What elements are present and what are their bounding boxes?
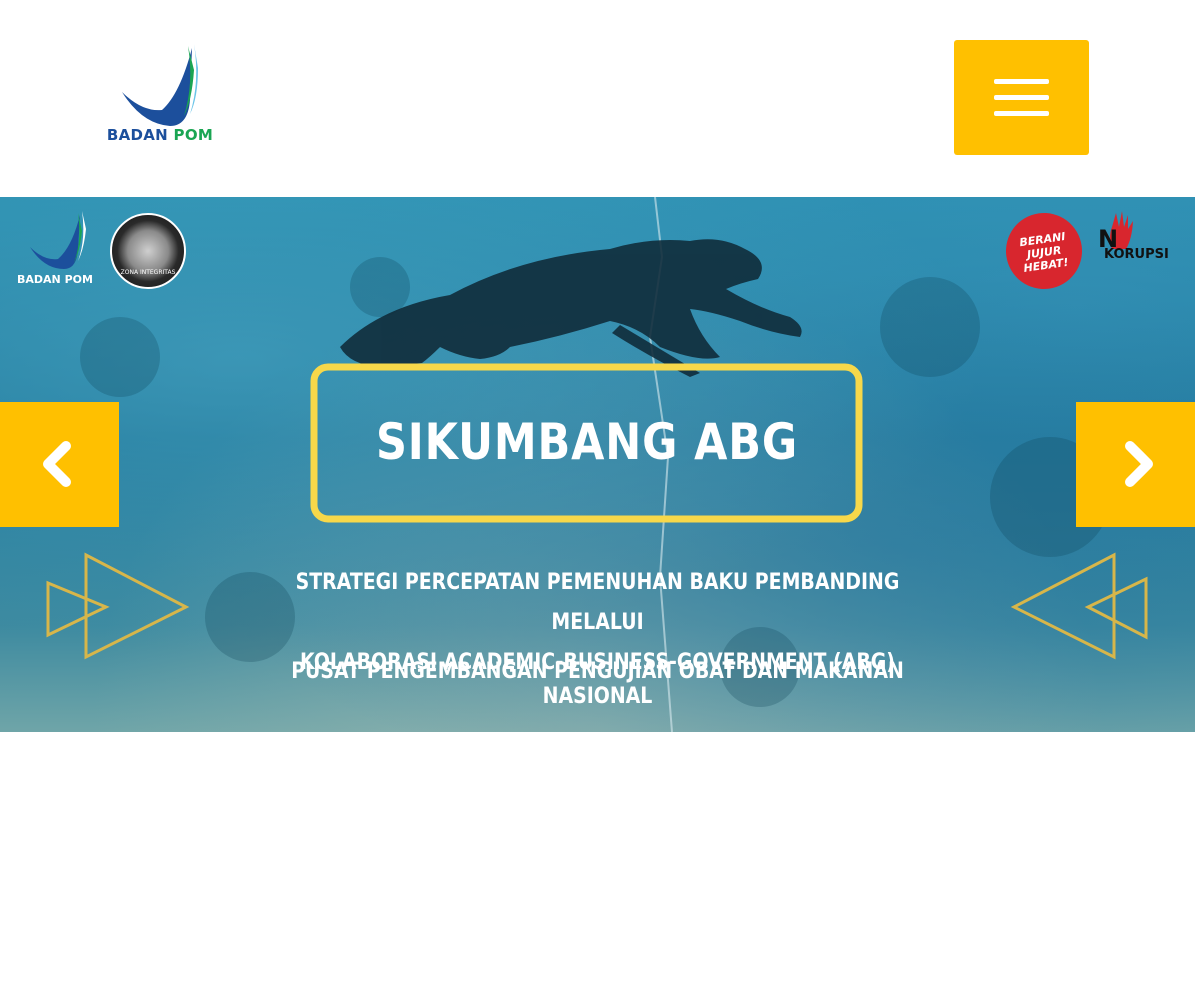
hamburger-menu-icon bbox=[994, 79, 1049, 84]
badan-pom-logo-icon bbox=[122, 44, 198, 126]
slide-logo-word-badan: BADAN bbox=[17, 273, 61, 286]
hamburger-menu-icon-bar-3 bbox=[994, 111, 1049, 116]
logo-word-pom: POM bbox=[173, 126, 214, 144]
slide-organization: PUSAT PENGEMBANGAN PENGUJIAN OBAT DAN MA… bbox=[291, 659, 904, 709]
slider-next-button[interactable] bbox=[1076, 402, 1195, 527]
right-triangle-decoration bbox=[1010, 552, 1148, 660]
no-korupsi-text: KORUPSI bbox=[1104, 247, 1169, 262]
left-triangle-decoration bbox=[46, 552, 190, 660]
no-korupsi-logo: N KORUPSI bbox=[1098, 211, 1178, 267]
tiger-silhouette bbox=[340, 239, 802, 377]
slide-title: SIKUMBANG ABG bbox=[375, 413, 799, 471]
slide-subtitle-line-1: STRATEGI PERCEPATAN PEMENUHAN BAKU PEMBA… bbox=[295, 570, 900, 635]
badan-pom-small-logo-icon bbox=[30, 211, 86, 269]
slider-prev-button[interactable] bbox=[0, 402, 119, 527]
slide-logo-wordmark: BADAN POM bbox=[14, 273, 96, 286]
logo-wordmark: BADAN POM bbox=[100, 126, 220, 144]
chevron-left-icon bbox=[43, 441, 71, 487]
zona-integritas-seal: ZONA INTEGRITAS bbox=[110, 213, 186, 289]
logo-word-badan: BADAN bbox=[106, 126, 169, 144]
chevron-right-icon bbox=[1125, 441, 1153, 487]
hamburger-menu-icon-bar-2 bbox=[994, 95, 1049, 100]
site-header: BADAN POM bbox=[0, 0, 1195, 197]
hero-slider: BADAN POM ZONA INTEGRITAS BERANI JUJUR H… bbox=[0, 197, 1195, 732]
menu-toggle-button[interactable] bbox=[954, 40, 1089, 155]
site-logo[interactable]: BADAN POM bbox=[100, 40, 220, 150]
slide-logo-word-pom: POM bbox=[64, 273, 93, 286]
seal-bottom-text: ZONA INTEGRITAS bbox=[120, 269, 176, 276]
